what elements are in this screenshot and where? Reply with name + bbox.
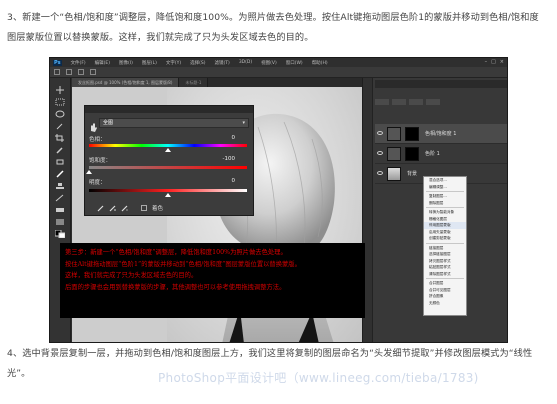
- foreground-color-icon[interactable]: [55, 230, 65, 238]
- layer-mask-thumbnail[interactable]: [405, 127, 419, 141]
- hue-value[interactable]: 0: [232, 135, 236, 141]
- brush-mode-icon[interactable]: [78, 69, 84, 75]
- eraser-tool-icon[interactable]: [55, 206, 65, 214]
- watermark-text: PhotoShop平面设计吧（www.lineeg.com/tieba/1783…: [158, 371, 479, 385]
- gradient-tool-icon[interactable]: [55, 218, 65, 226]
- lasso-tool-icon[interactable]: [55, 110, 65, 118]
- eye-icon[interactable]: [377, 151, 383, 155]
- tab-untitled[interactable]: 未标题-1: [179, 78, 209, 87]
- layer-name: 色阶 1: [425, 151, 440, 157]
- minimize-icon[interactable]: –: [485, 59, 488, 65]
- lightness-slider-track[interactable]: [89, 189, 247, 192]
- context-menu-item[interactable]: 创建剪贴蒙版: [424, 235, 466, 242]
- layer-name: 色相/饱和度 1: [425, 131, 457, 137]
- hue-label: 色相：: [89, 137, 106, 143]
- airbrush-icon[interactable]: [90, 69, 96, 75]
- layer-mask-thumbnail[interactable]: [405, 147, 419, 161]
- photo-thumbnail: [387, 167, 401, 181]
- eye-icon[interactable]: [377, 171, 383, 175]
- context-menu-item[interactable]: 无颜色: [424, 300, 466, 307]
- layer-name: 背景: [407, 171, 418, 177]
- preset-range-value: 全图: [103, 120, 114, 126]
- tool-preset-icon[interactable]: [54, 69, 60, 75]
- menu-edit[interactable]: 编辑(E): [95, 60, 110, 66]
- preset-range-select[interactable]: 全图 ▾: [99, 118, 249, 128]
- adjustment-thumbnail: [387, 127, 401, 141]
- eyedropper-subtract-icon[interactable]: [121, 205, 128, 212]
- eyedropper-icon[interactable]: [97, 205, 104, 212]
- menu-filter[interactable]: 滤镜(T): [215, 60, 230, 66]
- menu-divider: [426, 191, 464, 192]
- eyedropper-tools: 着色: [97, 204, 163, 212]
- lightness-value[interactable]: 0: [232, 178, 236, 184]
- menu-divider: [426, 242, 464, 244]
- menu-help[interactable]: 帮助(H): [312, 60, 328, 66]
- ps-logo: Ps: [53, 59, 62, 66]
- move-tool-icon[interactable]: [55, 86, 65, 94]
- blend-mode-control[interactable]: [392, 99, 406, 105]
- layer-row-levels[interactable]: 色阶 1: [375, 144, 507, 164]
- crop-tool-icon[interactable]: [55, 134, 65, 142]
- history-brush-tool-icon[interactable]: [55, 194, 65, 202]
- tab-document[interactable]: 发丝抠图.psd @ 100% (色相/饱和度 1, 图层蒙版/8): [72, 78, 180, 87]
- instruction-line: 按住Alt键拖动图层“色阶1”的蒙版并移动到“色相/饱和度”图层蒙版位置以替换蒙…: [65, 260, 301, 268]
- lightness-label: 明度：: [89, 180, 106, 186]
- targeted-adjustment-icon[interactable]: [89, 117, 97, 132]
- saturation-slider-knob[interactable]: [86, 170, 92, 174]
- context-menu-item[interactable]: 删除图层: [424, 200, 466, 207]
- properties-panel-header[interactable]: [85, 106, 253, 113]
- hue-slider-track[interactable]: [89, 144, 247, 147]
- saturation-value[interactable]: -100: [223, 156, 235, 162]
- document-tabs: 发丝抠图.psd @ 100% (色相/饱和度 1, 图层蒙版/8) 未标题-1: [72, 78, 362, 87]
- layer-context-menu: 混合选项... 编辑调整... 复制图层... 删除图层 转换为智能对象 栅格化…: [423, 176, 467, 316]
- context-menu-item[interactable]: 清除图层样式: [424, 271, 466, 278]
- menu-divider: [426, 207, 464, 208]
- eye-icon[interactable]: [377, 131, 383, 135]
- adjustment-thumbnail: [387, 147, 401, 161]
- eyedropper-add-icon[interactable]: [109, 205, 116, 212]
- filter-kind-control[interactable]: [375, 99, 389, 105]
- menu-file[interactable]: 文件(F): [71, 60, 86, 66]
- menu-view[interactable]: 视图(V): [261, 60, 277, 66]
- saturation-slider-track[interactable]: [89, 166, 247, 169]
- menu-select[interactable]: 选择(S): [190, 60, 205, 66]
- clone-stamp-tool-icon[interactable]: [55, 182, 65, 190]
- instruction-line: 第三步：新建一个“色相/饱和度”调整层，降低饱和度100%为照片做去色处理。: [65, 249, 287, 256]
- instruction-overlay: 第三步：新建一个“色相/饱和度”调整层，降低饱和度100%为照片做去色处理。 按…: [60, 243, 365, 318]
- hue-slider-knob[interactable]: [165, 148, 171, 152]
- fill-control[interactable]: [426, 99, 440, 105]
- window-controls: – □ ×: [485, 59, 504, 65]
- instruction-line: 这样，我们就完成了只为头发区域去色的目的。: [65, 272, 198, 279]
- options-bar: [50, 67, 507, 78]
- layer-row-hue-saturation[interactable]: 色相/饱和度 1: [375, 124, 507, 144]
- menu-3d[interactable]: 3D(D): [239, 60, 252, 65]
- maximize-icon[interactable]: □: [491, 59, 496, 65]
- instruction-line: 后面的步骤也会用到替换蒙版的步骤，其他调整也可以参考使用拖拽调整方法。: [65, 283, 286, 291]
- opacity-control[interactable]: [409, 99, 423, 105]
- menu-type[interactable]: 文字(Y): [166, 60, 181, 66]
- menu-window[interactable]: 窗口(W): [286, 60, 303, 66]
- article-paragraph-step3: 3、新建一个“色相/饱和度”调整层，降低饱和度100%。为照片做去色处理。按住A…: [7, 12, 539, 43]
- quick-select-tool-icon[interactable]: [55, 122, 65, 130]
- saturation-label: 饱和度：: [89, 158, 112, 164]
- brush-tool-icon[interactable]: [55, 170, 65, 178]
- menu-layer[interactable]: 图层(L): [142, 60, 157, 66]
- lightness-slider-knob[interactable]: [165, 193, 171, 197]
- layers-filter-bar: [375, 90, 507, 105]
- chevron-down-icon: ▾: [242, 120, 245, 126]
- healing-tool-icon[interactable]: [55, 158, 65, 166]
- menu-image[interactable]: 图像(I): [119, 60, 133, 66]
- brush-size-icon[interactable]: [66, 69, 72, 75]
- eyedropper-tool-icon[interactable]: [55, 146, 65, 154]
- close-icon[interactable]: ×: [500, 59, 504, 65]
- ps-menubar: Ps 文件(F) 编辑(E) 图像(I) 图层(L) 文字(Y) 选择(S) 滤…: [50, 58, 507, 67]
- context-menu-item[interactable]: 编辑调整...: [424, 184, 466, 191]
- marquee-tool-icon[interactable]: [55, 98, 65, 106]
- layers-panel-tabs[interactable]: [375, 80, 507, 88]
- properties-panel: 全图 ▾ 色相： 0 饱和度： -100 明度： 0 着色: [84, 105, 254, 216]
- menu-divider: [426, 278, 464, 279]
- colorize-label: 着色: [152, 206, 164, 212]
- colorize-checkbox[interactable]: [141, 205, 147, 211]
